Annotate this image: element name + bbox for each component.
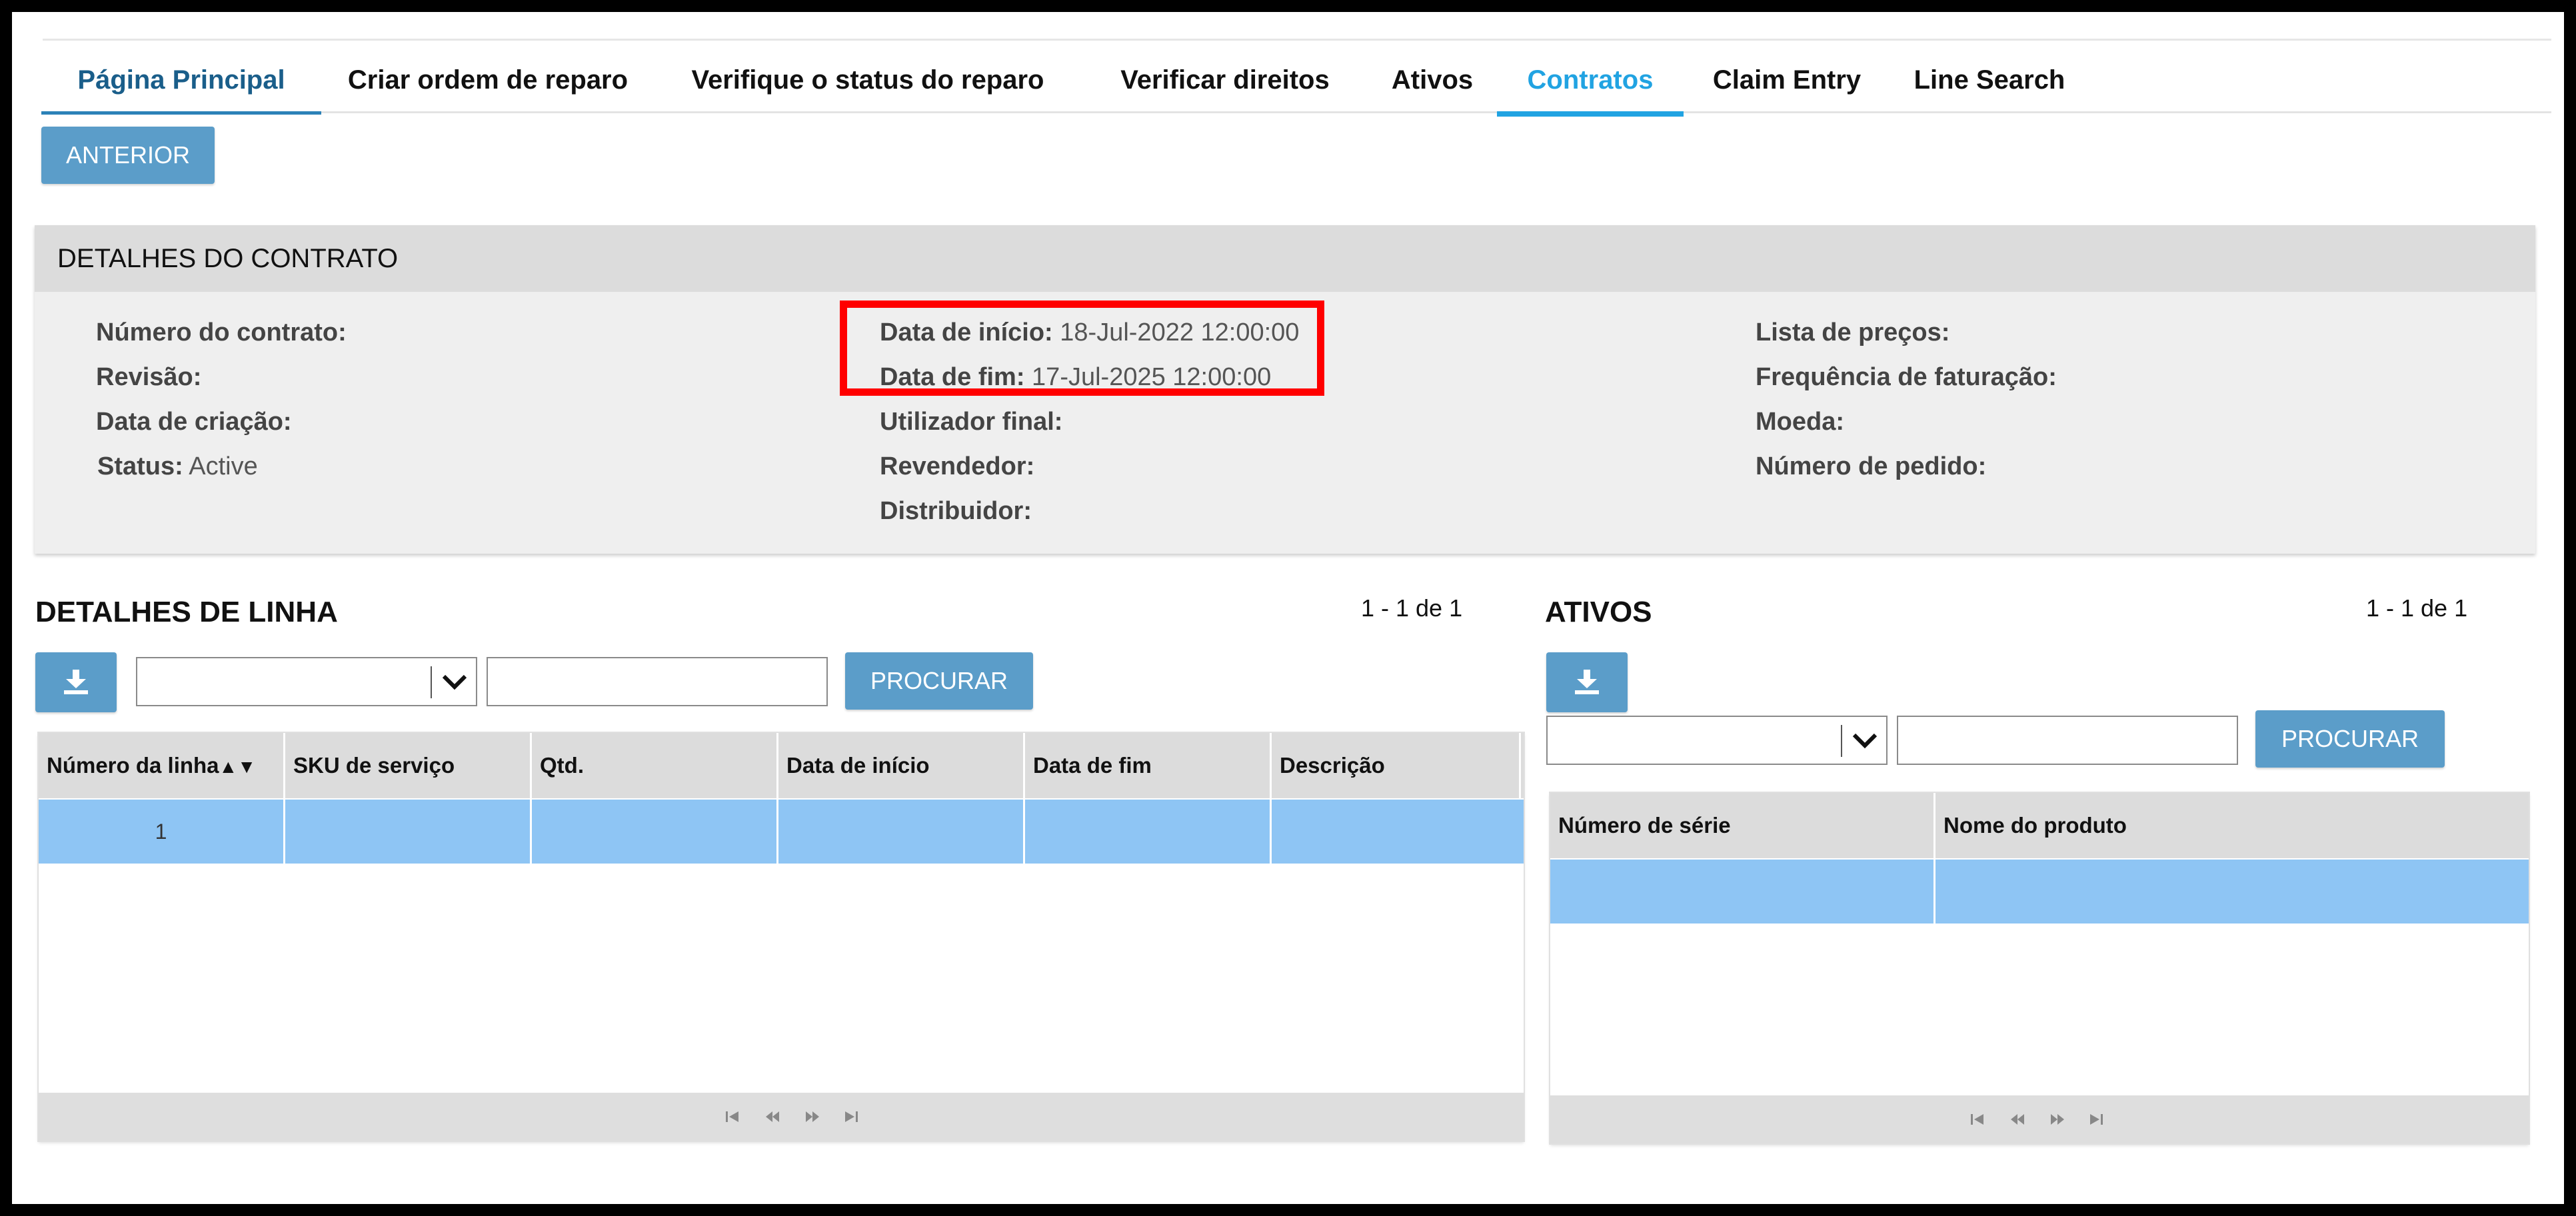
field-revisao: Revisão: bbox=[96, 363, 201, 392]
table-pager bbox=[39, 1093, 1524, 1141]
table-cell bbox=[1935, 860, 2529, 923]
field-status: Status: Active bbox=[97, 452, 258, 481]
column-header-data-fim[interactable]: Data de fim bbox=[1025, 733, 1272, 798]
field-distribuidor: Distribuidor: bbox=[880, 497, 1032, 526]
column-header-sku[interactable]: SKU de serviço bbox=[285, 733, 532, 798]
last-page-icon[interactable] bbox=[844, 1110, 858, 1123]
table-pager bbox=[1550, 1095, 2529, 1143]
top-divider bbox=[43, 39, 2551, 41]
table-cell bbox=[1550, 860, 1935, 923]
field-label: Revisão: bbox=[96, 363, 202, 391]
sort-icon[interactable]: ▲▼ bbox=[219, 756, 256, 777]
line-filter-select[interactable] bbox=[136, 657, 477, 706]
field-label: Frequência de faturação: bbox=[1756, 363, 2057, 391]
contract-details-title: DETALHES DO CONTRATO bbox=[35, 225, 2535, 292]
line-details-count: 1 - 1 de 1 bbox=[1361, 594, 1463, 622]
column-header-numero-linha[interactable]: Número da linha▲▼ bbox=[39, 733, 285, 798]
field-label: Status: bbox=[97, 452, 183, 480]
assets-count: 1 - 1 de 1 bbox=[2366, 594, 2468, 622]
column-header-descricao[interactable]: Descrição bbox=[1272, 733, 1521, 798]
field-moeda: Moeda: bbox=[1756, 408, 1844, 436]
column-header-qtd[interactable]: Qtd. bbox=[532, 733, 778, 798]
date-highlight-box bbox=[840, 301, 1324, 396]
download-icon bbox=[1575, 670, 1599, 694]
tab-contratos[interactable]: Contratos bbox=[1497, 47, 1684, 117]
field-lista-precos: Lista de preços: bbox=[1756, 318, 1949, 347]
download-icon bbox=[64, 670, 88, 694]
assets-filter-select[interactable] bbox=[1546, 716, 1888, 765]
table-cell bbox=[1025, 800, 1272, 864]
prev-page-icon[interactable] bbox=[765, 1110, 780, 1123]
field-label: Revendedor: bbox=[880, 452, 1035, 480]
field-numero-contrato: Número do contrato: bbox=[96, 318, 347, 347]
field-label: Data de criação: bbox=[96, 408, 292, 436]
select-separator bbox=[1841, 725, 1842, 757]
table-cell: 1 bbox=[39, 800, 285, 864]
chevron-down-icon bbox=[1852, 733, 1878, 749]
table-cell bbox=[778, 800, 1025, 864]
tab-pagina-principal[interactable]: Página Principal bbox=[41, 47, 321, 115]
table-header: Número da linha▲▼ SKU de serviço Qtd. Da… bbox=[39, 733, 1524, 798]
field-utilizador-final: Utilizador final: bbox=[880, 408, 1062, 436]
tab-line-search[interactable]: Line Search bbox=[1901, 47, 2078, 111]
table-row[interactable] bbox=[1550, 860, 2529, 923]
field-data-criacao: Data de criação: bbox=[96, 408, 292, 436]
line-details-title: DETALHES DE LINHA bbox=[35, 596, 338, 628]
first-page-icon[interactable] bbox=[1970, 1113, 1985, 1126]
chevron-down-icon bbox=[442, 674, 467, 690]
column-header-nome-produto[interactable]: Nome do produto bbox=[1935, 793, 2529, 858]
assets-procurar-button[interactable]: PROCURAR bbox=[2255, 710, 2445, 768]
table-cell bbox=[285, 800, 532, 864]
first-page-icon[interactable] bbox=[725, 1110, 740, 1123]
field-label: Distribuidor: bbox=[880, 497, 1032, 525]
line-search-input[interactable] bbox=[487, 657, 828, 706]
app-window: Página Principal Criar ordem de reparo V… bbox=[12, 12, 2564, 1204]
tab-criar-ordem-de-reparo[interactable]: Criar ordem de reparo bbox=[335, 47, 641, 111]
next-page-icon[interactable] bbox=[2050, 1113, 2065, 1126]
assets-table: Número de série Nome do produto bbox=[1550, 793, 2529, 1143]
table-header: Número de série Nome do produto bbox=[1550, 793, 2529, 858]
tab-claim-entry[interactable]: Claim Entry bbox=[1693, 47, 1881, 111]
next-page-icon[interactable] bbox=[805, 1110, 820, 1123]
assets-download-button[interactable] bbox=[1546, 652, 1628, 712]
tab-verificar-direitos[interactable]: Verificar direitos bbox=[1097, 47, 1353, 111]
column-header-label: Número da linha bbox=[47, 753, 219, 778]
table-cell bbox=[1272, 800, 1524, 864]
line-details-table: Número da linha▲▼ SKU de serviço Qtd. Da… bbox=[39, 733, 1524, 1141]
field-label: Número de pedido: bbox=[1756, 452, 1987, 480]
column-header-data-inicio[interactable]: Data de início bbox=[778, 733, 1025, 798]
line-download-button[interactable] bbox=[35, 652, 117, 712]
assets-search-input[interactable] bbox=[1897, 716, 2238, 765]
assets-title: ATIVOS bbox=[1545, 596, 1652, 628]
main-tabs: Página Principal Criar ordem de reparo V… bbox=[41, 47, 2551, 117]
prev-page-icon[interactable] bbox=[2010, 1113, 2025, 1126]
field-numero-pedido: Número de pedido: bbox=[1756, 452, 1986, 481]
line-procurar-button[interactable]: PROCURAR bbox=[845, 652, 1033, 710]
column-header-numero-serie[interactable]: Número de série bbox=[1550, 793, 1935, 858]
tab-ativos[interactable]: Ativos bbox=[1378, 47, 1486, 111]
last-page-icon[interactable] bbox=[2089, 1113, 2103, 1126]
field-revendedor: Revendedor: bbox=[880, 452, 1034, 481]
field-label: Lista de preços: bbox=[1756, 318, 1950, 346]
status-value: Active bbox=[189, 452, 258, 480]
anterior-button[interactable]: ANTERIOR bbox=[41, 127, 215, 184]
table-cell bbox=[532, 800, 778, 864]
tab-verifique-status-reparo[interactable]: Verifique o status do reparo bbox=[681, 47, 1054, 111]
select-separator bbox=[431, 666, 432, 698]
table-row[interactable]: 1 bbox=[39, 800, 1524, 864]
field-label: Utilizador final: bbox=[880, 408, 1063, 436]
field-label: Número do contrato: bbox=[96, 318, 347, 346]
field-frequencia-faturacao: Frequência de faturação: bbox=[1756, 363, 2057, 392]
field-label: Moeda: bbox=[1756, 408, 1844, 436]
